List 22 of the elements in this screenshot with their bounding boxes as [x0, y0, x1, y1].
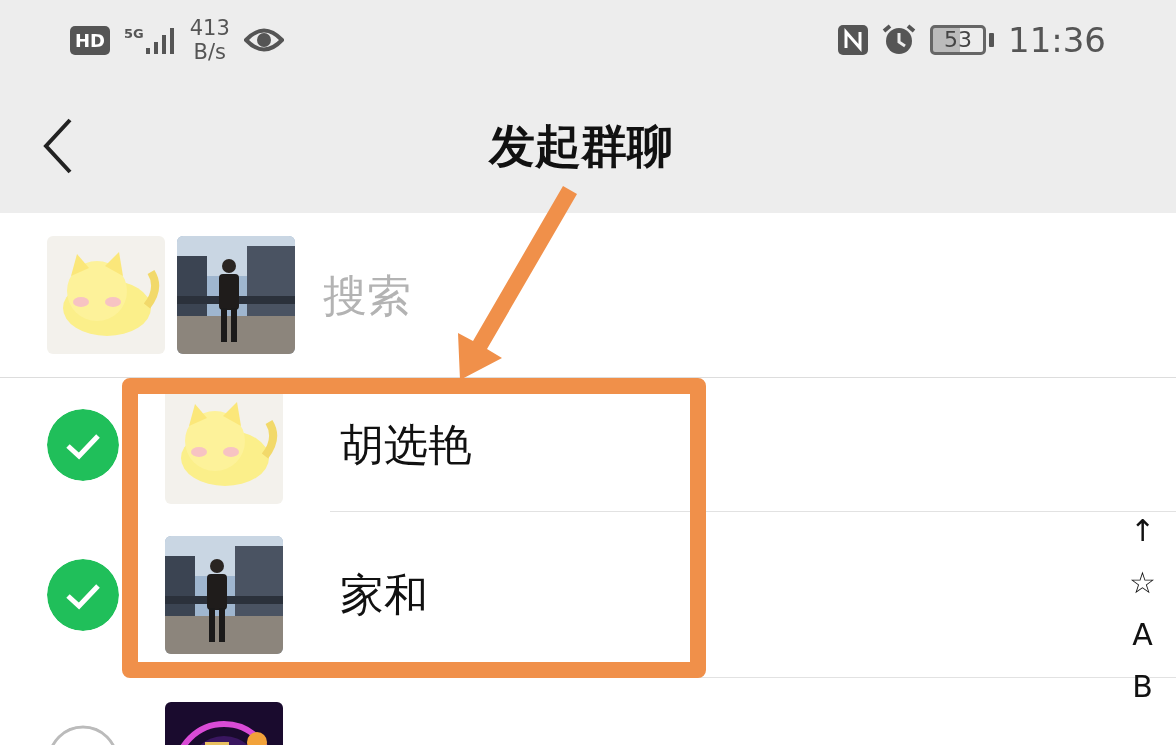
battery-tip-icon — [989, 33, 994, 47]
contact-name[interactable]: 胡选艳 — [340, 415, 472, 475]
speed-unit: B/s — [193, 40, 226, 64]
network-label: 5G — [124, 26, 144, 41]
checked-icon[interactable] — [47, 409, 119, 481]
index-letter[interactable]: B — [1132, 661, 1153, 713]
alarm-icon — [882, 24, 916, 56]
speed-value: 413 — [189, 16, 230, 40]
index-letter[interactable]: ↑ — [1129, 505, 1156, 557]
search-field[interactable]: 搜索 — [321, 268, 725, 322]
battery-level: 53 — [930, 25, 986, 55]
signal-icon — [145, 26, 176, 54]
index-letter[interactable]: A — [1132, 609, 1153, 661]
checked-icon[interactable] — [47, 559, 119, 631]
eye-icon — [243, 27, 284, 53]
index-letter[interactable]: ☆ — [1129, 557, 1156, 609]
clock-time: 11:36 — [1008, 20, 1106, 60]
hd-badge: HD — [70, 25, 110, 55]
back-icon[interactable] — [42, 118, 74, 174]
contact-name[interactable]: 家和 — [340, 565, 428, 625]
nfc-icon — [838, 25, 868, 55]
page-title: 发起群聊 — [488, 117, 673, 175]
